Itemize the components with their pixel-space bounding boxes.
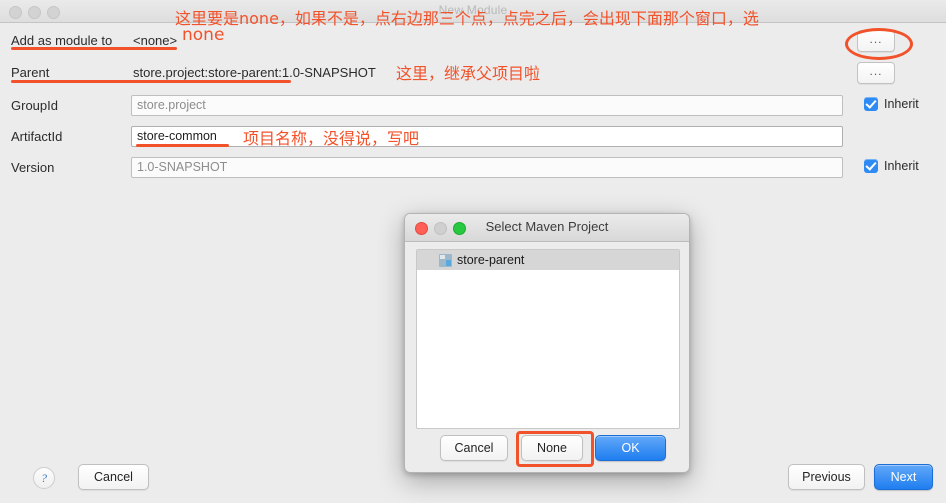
group-id-inherit-label: Inherit — [884, 97, 919, 111]
version-input[interactable]: 1.0-SNAPSHOT — [131, 157, 843, 178]
parent-value[interactable]: store.project:store-parent:1.0-SNAPSHOT — [133, 65, 376, 80]
group-id-label: GroupId — [11, 98, 58, 113]
artifact-id-label: ArtifactId — [11, 129, 63, 144]
dialog-cancel-button[interactable]: Cancel — [440, 435, 508, 461]
group-id-input[interactable]: store.project — [131, 95, 843, 116]
parent-browse-button[interactable]: ... — [857, 62, 895, 84]
select-maven-project-dialog: Select Maven Project store-parent Cancel… — [404, 213, 690, 473]
checkbox-checked-icon[interactable] — [864, 97, 878, 111]
window-title: New Module — [438, 3, 508, 17]
group-id-inherit-checkbox[interactable]: Inherit — [864, 97, 919, 111]
maven-project-icon — [439, 253, 452, 267]
dialog-ok-button[interactable]: OK — [595, 435, 666, 461]
cancel-button[interactable]: Cancel — [78, 464, 149, 490]
window-titlebar: New Module — [0, 0, 946, 23]
add-as-module-to-label: Add as module to — [11, 33, 113, 48]
version-label: Version — [11, 160, 55, 175]
previous-button[interactable]: Previous — [788, 464, 865, 490]
maven-project-list[interactable]: store-parent — [416, 249, 680, 429]
checkbox-checked-icon[interactable] — [864, 159, 878, 173]
version-inherit-label: Inherit — [884, 159, 919, 173]
list-item-label: store-parent — [457, 253, 525, 267]
help-button[interactable]: ? — [33, 467, 55, 489]
parent-label: Parent — [11, 65, 50, 80]
version-inherit-checkbox[interactable]: Inherit — [864, 159, 919, 173]
dialog-none-button[interactable]: None — [521, 435, 583, 461]
next-button[interactable]: Next — [874, 464, 933, 490]
module-browse-button[interactable]: ... — [857, 30, 895, 52]
artifact-id-input[interactable]: store-common — [131, 126, 843, 147]
dialog-titlebar: Select Maven Project — [405, 214, 689, 242]
dialog-title: Select Maven Project — [485, 219, 609, 234]
add-as-module-to-value[interactable]: <none> — [133, 33, 177, 48]
list-item[interactable]: store-parent — [417, 250, 679, 270]
